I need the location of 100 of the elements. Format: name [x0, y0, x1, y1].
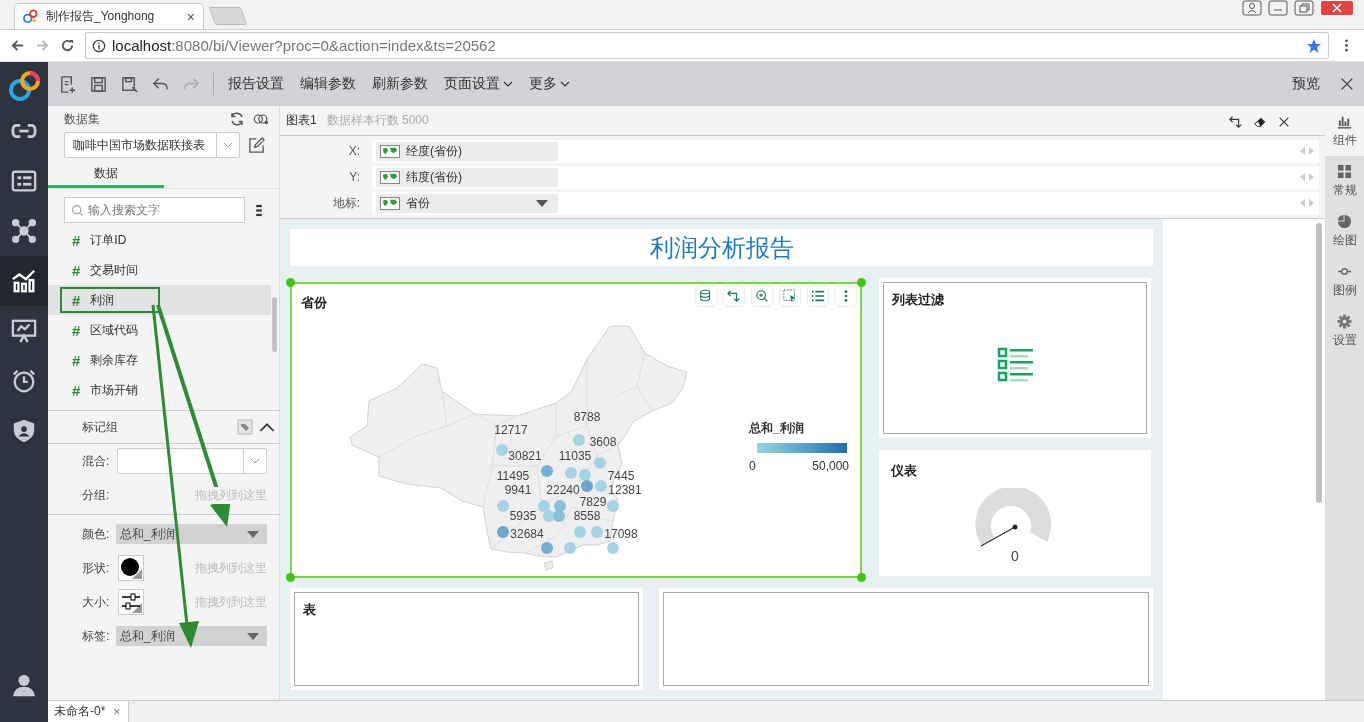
axis-label: X:	[347, 144, 361, 158]
bubble-label: 8558	[573, 509, 601, 524]
star-icon[interactable]	[1306, 37, 1322, 54]
join-icon[interactable]	[253, 111, 269, 127]
card-title: 表	[303, 601, 317, 620]
binding-label: 颜色:	[82, 525, 110, 543]
filter-card[interactable]: 列表过滤	[883, 282, 1147, 435]
field-item[interactable]: # 利润	[60, 287, 161, 313]
bubble-label: 11035	[558, 449, 592, 464]
menu-item[interactable]: 更多	[529, 75, 570, 93]
chevron-down-icon	[223, 142, 233, 148]
legend-title: 总和_利润	[749, 420, 805, 438]
chart-icon[interactable]	[0, 256, 48, 306]
edit-icon[interactable]	[248, 136, 265, 154]
save-as-icon[interactable]	[120, 74, 139, 94]
bubble-label: 3608	[589, 435, 617, 450]
more-icon[interactable]	[255, 203, 263, 217]
reload-icon[interactable]	[60, 38, 75, 53]
sidebar-tab[interactable]: 常规	[1325, 156, 1364, 206]
close-icon[interactable]	[1340, 77, 1354, 91]
field-item[interactable]: # 剩余库存	[60, 347, 185, 373]
back-icon[interactable]	[10, 38, 25, 53]
save-icon[interactable]	[89, 74, 108, 94]
resize-handle[interactable]	[857, 573, 866, 583]
field-item[interactable]: # 订单ID	[60, 227, 173, 253]
field-chip[interactable]: 省份	[376, 193, 558, 213]
close-tab-button[interactable]: ×	[113, 704, 121, 719]
field-dropdown[interactable]: 总和_利润	[115, 626, 267, 646]
bubble[interactable]	[581, 480, 593, 493]
circle-shape-icon[interactable]	[118, 555, 144, 581]
field-item[interactable]: # 市场开销	[60, 377, 185, 403]
bubble[interactable]	[579, 469, 591, 482]
browser-tab[interactable]: 制作报告_Yonghong ×	[14, 3, 204, 29]
bubble-label: 7829	[579, 495, 607, 510]
axis-label: Y:	[348, 170, 361, 184]
map-icon	[380, 196, 400, 210]
data-tab[interactable]: 数据	[48, 162, 164, 188]
swap-icon[interactable]	[1229, 115, 1243, 129]
user-icon[interactable]	[11, 672, 37, 698]
url-text: localhost:8080/bi/Viewer?proc=0&action=index&ts=20562	[112, 37, 497, 54]
document-tab[interactable]: 未命名-0* ×	[48, 701, 130, 722]
zoom-in-icon[interactable]	[752, 286, 772, 307]
resize-handle[interactable]	[857, 278, 866, 288]
group-label: 分组:	[82, 486, 111, 504]
bubble-label: 5935	[509, 509, 537, 524]
field-dropdown[interactable]: 总和_利润	[115, 524, 267, 544]
bubble[interactable]	[497, 526, 509, 539]
search-field[interactable]: 输入搜索文字	[64, 197, 245, 223]
caret-icon	[247, 632, 259, 640]
binding-label: 形状:	[82, 559, 111, 577]
table-card[interactable]: 表	[294, 592, 639, 686]
blend-label: 混合:	[82, 452, 111, 470]
menu-item[interactable]: 刷新参数	[372, 75, 428, 93]
sidebar-tab[interactable]: 设置	[1325, 306, 1364, 356]
field-chip[interactable]: 经度(省份)	[376, 141, 558, 161]
empty-card[interactable]	[663, 592, 1149, 686]
database-icon[interactable]	[696, 286, 716, 307]
caret-icon	[536, 199, 548, 207]
bubble-label: 30821	[508, 449, 542, 464]
user-icon[interactable]	[1242, 0, 1262, 16]
select-icon[interactable]	[780, 286, 800, 307]
bubble-label: 7445	[607, 469, 635, 484]
eraser-icon[interactable]	[1253, 115, 1267, 129]
dataset-dropdown[interactable]: 咖啡中国市场数据联接表	[64, 132, 240, 158]
report-title: 利润分析报告	[649, 232, 794, 263]
sidebar-tab[interactable]: 绘图	[1325, 206, 1364, 256]
chevron-down-icon	[560, 81, 570, 87]
menu-item[interactable]: 报告设置	[228, 75, 284, 93]
mark-group-title: 标记组	[82, 418, 118, 436]
blend-dropdown[interactable]	[117, 448, 267, 474]
tag-icon[interactable]	[237, 419, 253, 435]
new-icon[interactable]	[58, 74, 77, 94]
bubble-label: 9941	[504, 483, 532, 498]
gauge-card[interactable]: 仪表 0	[879, 450, 1151, 577]
menu-item[interactable]: 编辑参数	[300, 75, 356, 93]
restore-icon[interactable]	[1294, 0, 1314, 16]
sidebar-tab[interactable]: 图例	[1325, 256, 1364, 306]
field-item[interactable]: # 交易时间	[60, 257, 185, 283]
sidebar-tab[interactable]: 组件	[1325, 106, 1364, 156]
swap-icon[interactable]	[724, 286, 744, 307]
list-icon[interactable]	[808, 286, 828, 307]
close-tab-button[interactable]: ×	[186, 8, 195, 25]
slider-icon[interactable]	[118, 589, 144, 615]
close-icon[interactable]	[1277, 115, 1291, 129]
map-icon	[380, 144, 400, 158]
minimize-icon[interactable]	[1268, 0, 1288, 16]
preview-button[interactable]: 预览	[1292, 75, 1320, 93]
field-item[interactable]: # 区域代码	[60, 317, 185, 343]
resize-handle[interactable]	[286, 573, 295, 583]
report-title-box[interactable]: 利润分析报告	[290, 229, 1153, 267]
sample-count: 数据样本行数 5000	[326, 112, 429, 129]
tab-title: 制作报告_Yonghong	[46, 8, 156, 25]
search-input[interactable]: 输入搜索文字	[88, 203, 228, 217]
menu-item[interactable]: 页面设置	[444, 75, 513, 93]
field-chip[interactable]: 纬度(省份)	[376, 167, 558, 187]
refresh-icon[interactable]	[229, 111, 245, 127]
address-bar[interactable]: localhost:8080/bi/Viewer?proc=0&action=index&ts=20562	[85, 32, 1329, 59]
resize-handle[interactable]	[286, 278, 295, 288]
app-logo-icon[interactable]	[7, 69, 41, 103]
bubble-label: 8788	[573, 410, 601, 425]
